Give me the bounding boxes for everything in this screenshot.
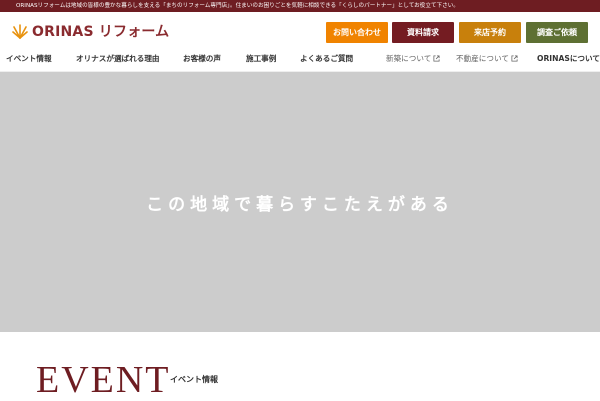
- nav-item-works[interactable]: 施工事例: [246, 46, 276, 72]
- contact-button[interactable]: お問い合わせ: [326, 22, 388, 43]
- nav-item-reasons[interactable]: オリナスが選ばれる理由: [76, 46, 160, 72]
- event-section-title: EVENT: [36, 359, 171, 401]
- nav-item-real-estate[interactable]: 不動産について: [456, 46, 518, 72]
- site-logo[interactable]: ORINAS リフォーム: [12, 23, 170, 40]
- nav-item-new-build-label: 新築について: [386, 54, 432, 63]
- site-header: ORINAS リフォーム お問い合わせ 資料請求 来店予約 調査ご依頼: [0, 12, 600, 46]
- announcement-text: ORINASリフォームは地域の皆様の豊かな暮らしを支える「まちのリフォーム専門店…: [16, 3, 459, 9]
- top-announcement-bar: ORINASリフォームは地域の皆様の豊かな暮らしを支える「まちのリフォーム専門店…: [0, 0, 600, 12]
- hero-tagline: この地域で暮らすこたえがある: [146, 194, 454, 215]
- nav-item-about[interactable]: ORINASについて: [537, 46, 600, 72]
- nav-item-testimonials[interactable]: お客様の声: [183, 46, 221, 72]
- sunburst-logo-icon: [12, 24, 28, 39]
- nav-item-events[interactable]: イベント情報: [6, 46, 52, 72]
- nav-item-new-build[interactable]: 新築について: [386, 46, 440, 72]
- external-link-icon: [511, 55, 518, 62]
- external-link-icon: [433, 55, 440, 62]
- request-documents-button[interactable]: 資料請求: [392, 22, 454, 43]
- logo-text: ORINAS リフォーム: [32, 24, 170, 40]
- hero-banner: この地域で暮らすこたえがある: [0, 72, 600, 332]
- survey-request-button[interactable]: 調査ご依頼: [526, 22, 588, 43]
- nav-item-faq[interactable]: よくあるご質問: [300, 46, 353, 72]
- event-section-subtitle: イベント情報: [170, 375, 218, 384]
- visit-reservation-button[interactable]: 来店予約: [459, 22, 521, 43]
- nav-item-real-estate-label: 不動産について: [456, 54, 509, 63]
- main-navigation: イベント情報 オリナスが選ばれる理由 お客様の声 施工事例 よくあるご質問 新築…: [0, 46, 600, 72]
